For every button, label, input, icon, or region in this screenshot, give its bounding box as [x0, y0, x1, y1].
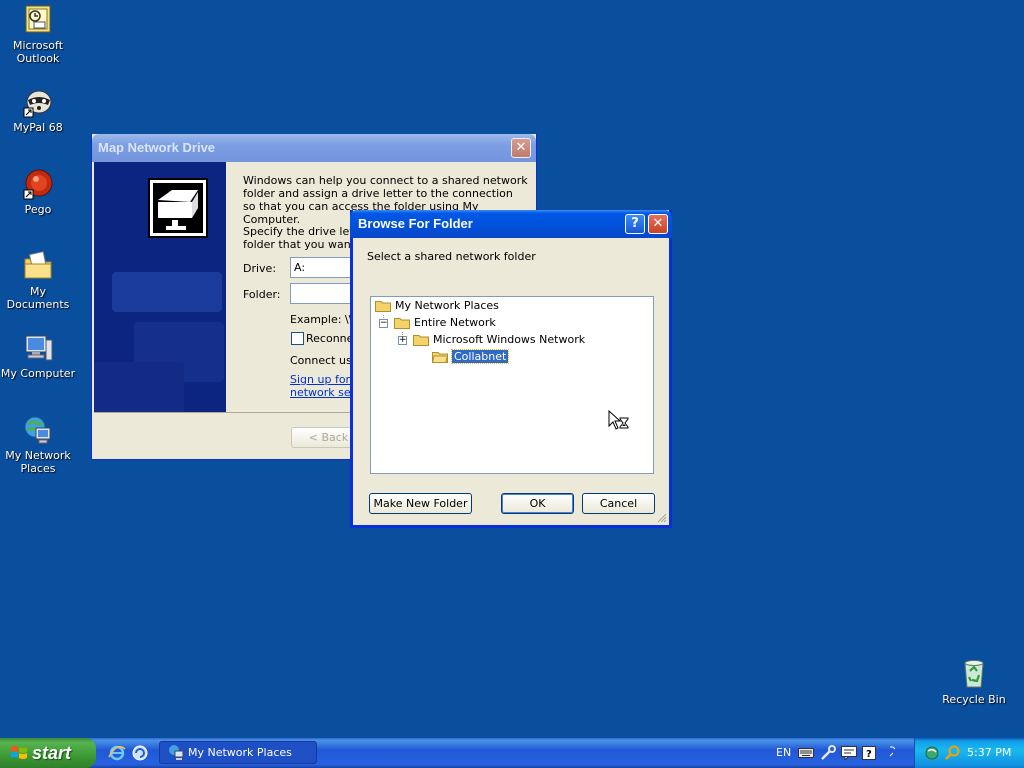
help-icon: ?	[631, 216, 639, 231]
my-documents-icon	[24, 251, 52, 279]
reconnect-checkbox[interactable]	[291, 332, 304, 345]
folder-icon	[413, 334, 429, 346]
desktop-icon-my-computer[interactable]: My Computer	[0, 332, 76, 380]
start-label: start	[32, 743, 72, 763]
desktop-icon-label: Pego	[24, 203, 52, 216]
ok-button[interactable]: OK	[501, 493, 574, 514]
desktop-icon-my-documents[interactable]: My Documents	[0, 250, 76, 311]
desktop-icon-my-network-places[interactable]: My Network Places	[0, 414, 76, 475]
search-tray-icon[interactable]	[945, 745, 961, 761]
internet-explorer-icon[interactable]	[108, 744, 126, 762]
system-tray: 5:37 PM	[914, 738, 1024, 768]
close-icon: ✕	[515, 140, 527, 155]
close-button[interactable]: ✕	[511, 138, 531, 158]
outlook-icon	[25, 5, 51, 33]
make-new-folder-button[interactable]: Make New Folder	[369, 493, 472, 514]
language-indicator[interactable]: EN	[776, 746, 791, 759]
window-title: Map Network Drive	[98, 140, 216, 155]
desktop-icon-label: Microsoft Outlook	[12, 39, 64, 65]
my-computer-icon	[25, 335, 53, 361]
busy-cursor-icon	[608, 410, 629, 430]
task-label: My Network Places	[188, 746, 292, 759]
folder-tree[interactable]: My Network Places − Entire Network + Mic…	[370, 296, 654, 474]
tree-item-label: Microsoft Windows Network	[433, 333, 586, 346]
instruction-text: Select a shared network folder	[367, 250, 536, 263]
desktop-icon-label: MyPal 68	[13, 121, 63, 134]
example-text: Example: \\s	[290, 313, 359, 326]
network-status-icon[interactable]	[925, 745, 941, 761]
open-folder-icon	[432, 351, 448, 363]
tree-item-microsoft-windows-network[interactable]: Microsoft Windows Network	[413, 332, 585, 348]
desktop-icon-label: My Computer	[0, 367, 76, 380]
my-network-places-icon	[24, 416, 51, 444]
desktop-icon-mypal[interactable]: MyPal 68	[0, 86, 76, 134]
language-bar-icon[interactable]	[841, 746, 857, 760]
drive-graphic	[148, 178, 208, 238]
mypal-icon	[23, 90, 52, 118]
dialog-title: Browse For Folder	[358, 216, 473, 231]
expand-toggle[interactable]: +	[398, 336, 407, 345]
folder-icon	[394, 317, 410, 329]
folder-icon	[375, 300, 391, 312]
tree-item-label: My Network Places	[395, 299, 499, 312]
help-tray-icon[interactable]: ?	[862, 746, 876, 760]
tree-item-label: Collabnet	[450, 349, 510, 364]
taskbar: start My Network Places EN ? 5:37 PM	[0, 738, 1024, 768]
map-network-drive-titlebar[interactable]: Map Network Drive ✕	[92, 134, 536, 162]
cancel-button[interactable]: Cancel	[582, 493, 655, 514]
tree-item-collabnet[interactable]: Collabnet	[432, 349, 510, 365]
tree-item-my-network-places[interactable]: My Network Places	[375, 298, 499, 314]
desktop-icon-outlook[interactable]: Microsoft Outlook	[0, 4, 76, 65]
windows-logo-icon	[11, 746, 27, 759]
svg-text:?: ?	[866, 749, 872, 760]
desktop-icon-label: Recycle Bin	[942, 693, 1006, 706]
quick-launch-app-icon[interactable]	[131, 744, 149, 762]
keyboard-icon[interactable]	[798, 747, 814, 759]
close-button[interactable]: ✕	[648, 214, 668, 234]
recycle-bin-icon	[964, 660, 984, 688]
settings-tool-icon[interactable]	[820, 745, 836, 761]
desktop-icon-pego[interactable]: Pego	[0, 168, 76, 216]
start-button[interactable]: start	[0, 738, 96, 768]
tray-options-icon[interactable]	[889, 746, 897, 758]
network-places-small-icon	[169, 745, 184, 760]
taskbar-item-my-network-places[interactable]: My Network Places	[159, 741, 317, 764]
help-button[interactable]: ?	[625, 214, 645, 234]
folder-label: Folder:	[243, 288, 281, 301]
browse-for-folder-dialog: Browse For Folder ? ✕ Select a shared ne…	[350, 210, 672, 528]
desktop-icon-label: My Network Places	[5, 449, 71, 475]
pego-icon	[23, 169, 53, 200]
minus-icon: −	[380, 318, 388, 328]
browse-titlebar[interactable]: Browse For Folder ? ✕	[350, 210, 672, 238]
resize-grip-icon[interactable]	[657, 513, 667, 523]
close-icon: ✕	[652, 216, 664, 231]
network-drive-icon	[153, 183, 203, 233]
desktop-icon-label: My Documents	[6, 285, 70, 311]
tree-item-label: Entire Network	[414, 316, 496, 329]
wizard-banner	[94, 162, 226, 412]
tree-item-entire-network[interactable]: Entire Network	[394, 315, 496, 331]
clock[interactable]: 5:37 PM	[967, 746, 1011, 759]
desktop-icon-recycle-bin[interactable]: Recycle Bin	[936, 658, 1012, 706]
plus-icon: +	[399, 335, 407, 345]
drive-label: Drive:	[243, 262, 277, 275]
collapse-toggle[interactable]: −	[379, 319, 388, 328]
